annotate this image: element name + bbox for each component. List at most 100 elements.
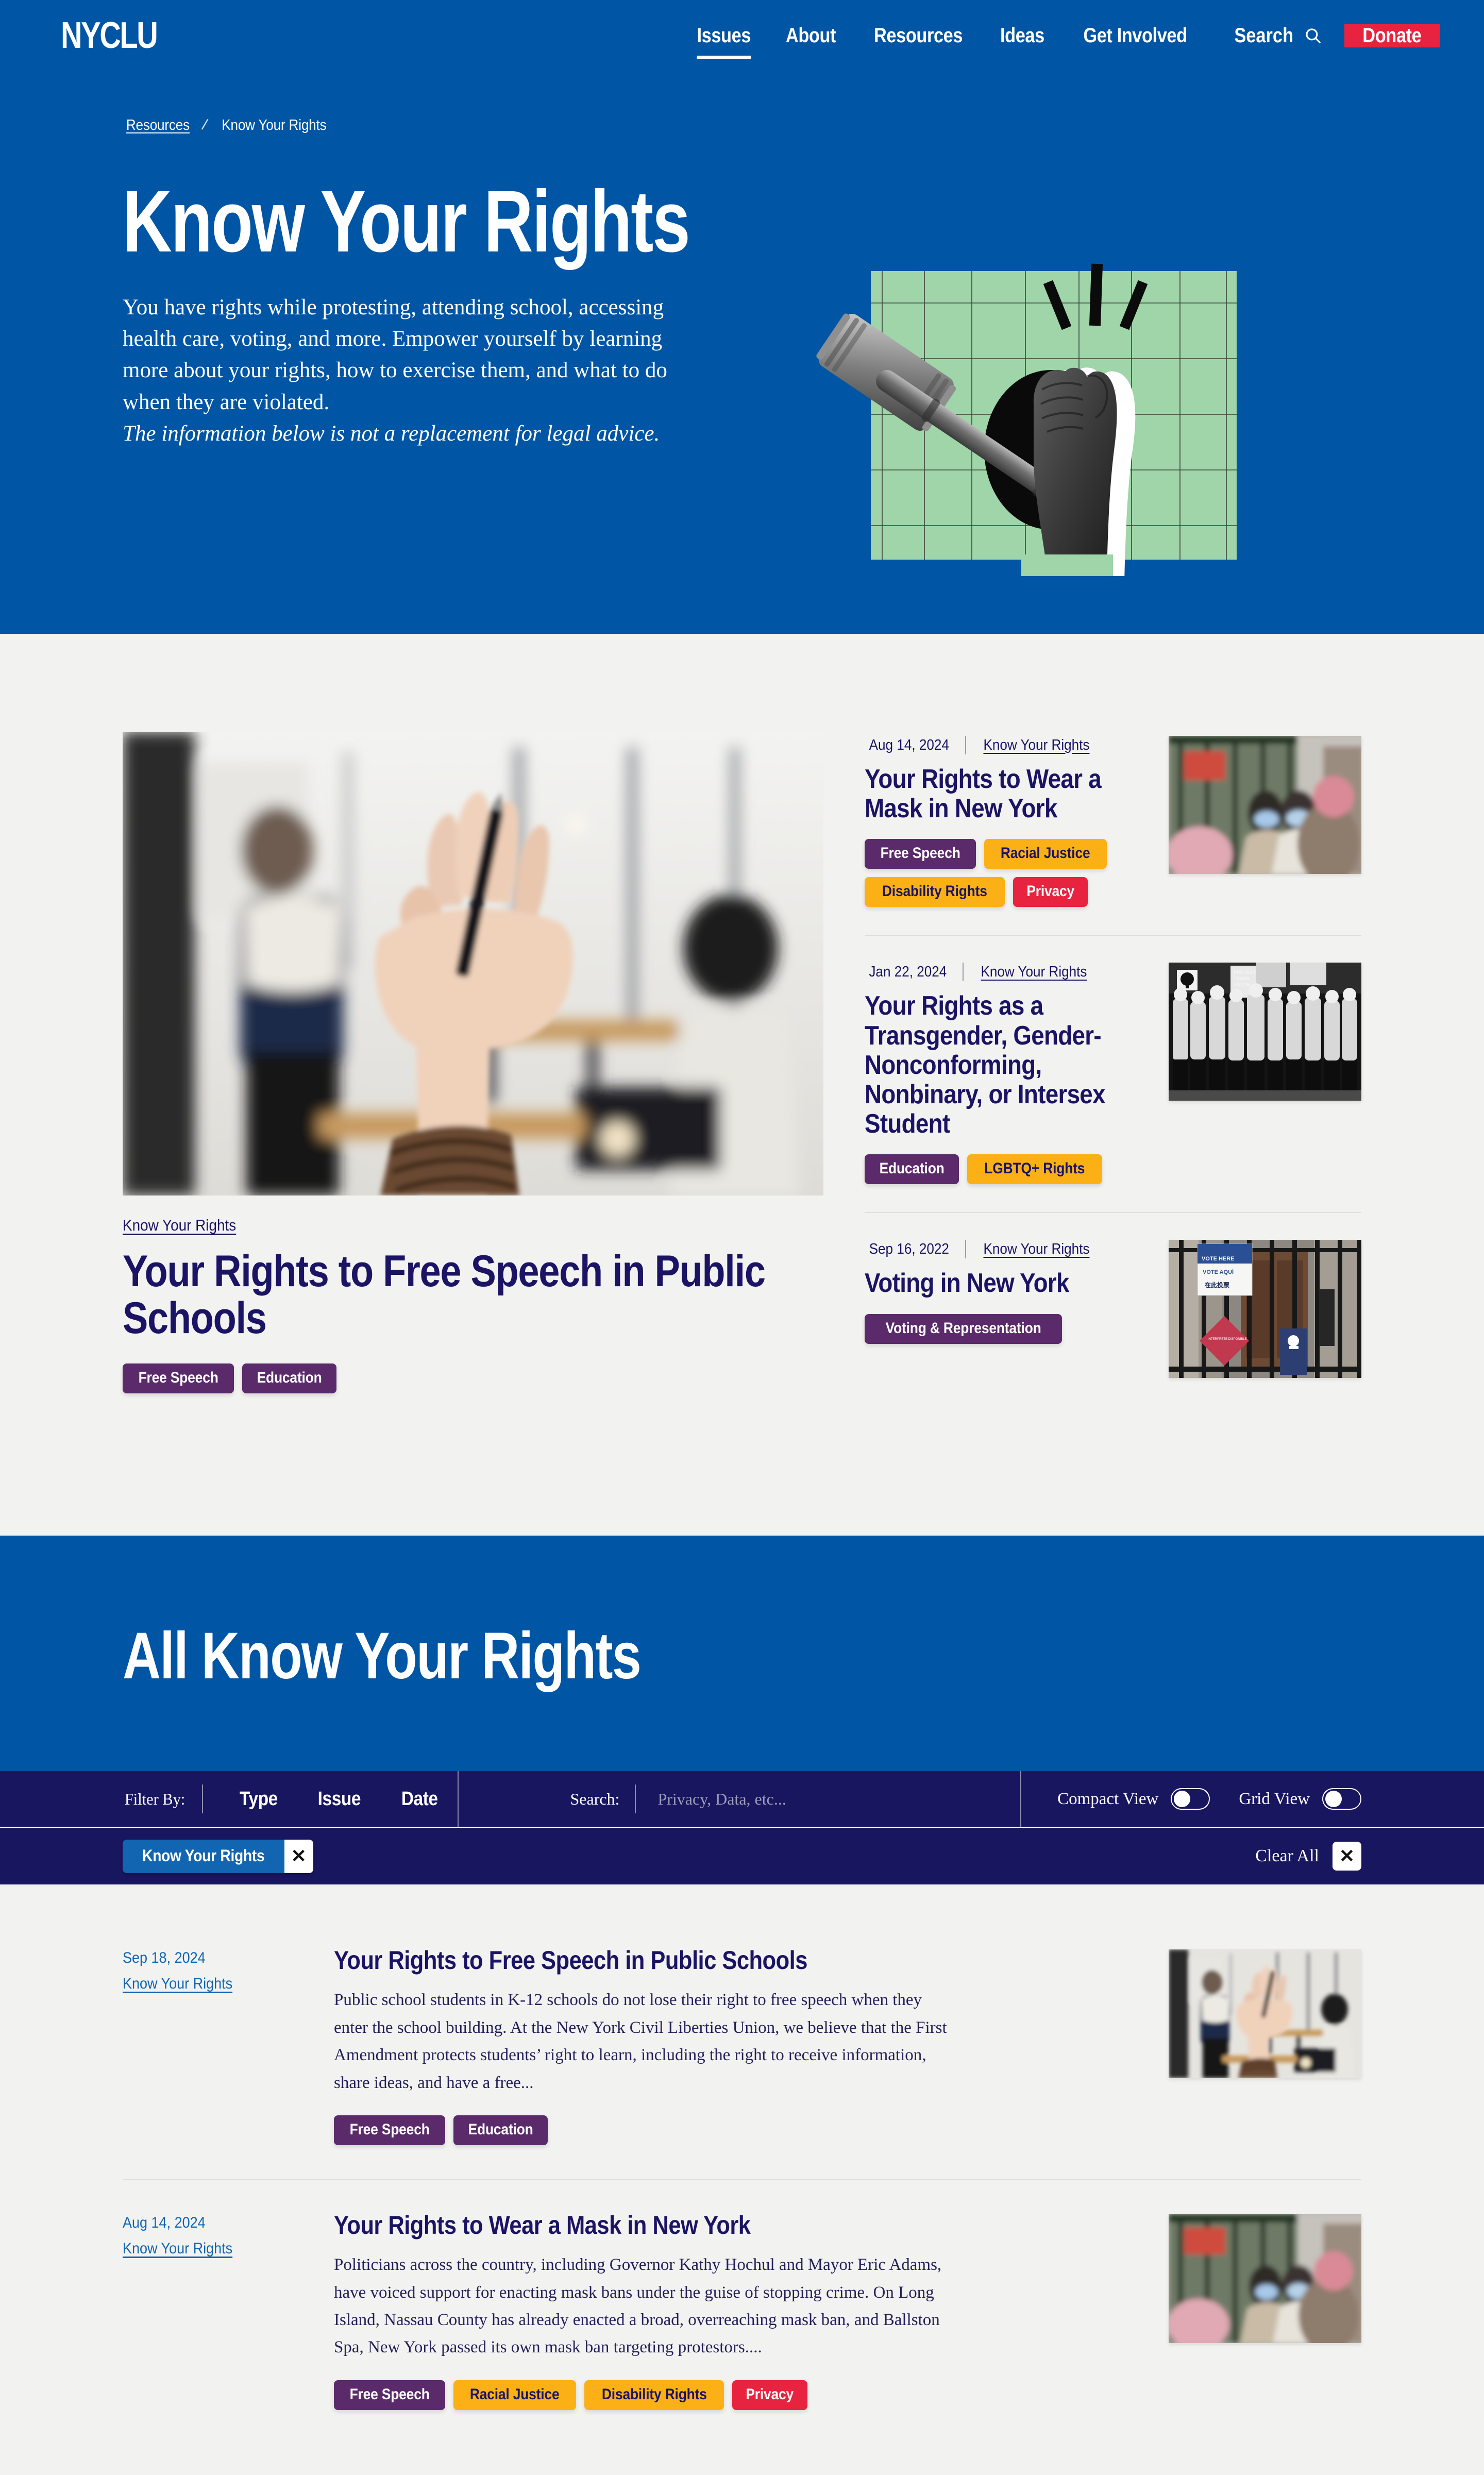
result-date: Aug 14, 2024 xyxy=(123,2214,206,2232)
item-title[interactable]: Your Rights to Wear a Mask in New York xyxy=(865,764,1143,823)
result-title[interactable]: Your Rights to Wear a Mask in New York xyxy=(334,2211,1123,2239)
item-meta: Aug 14, 2024 Know Your Rights xyxy=(865,736,1145,754)
item-category-link[interactable]: Know Your Rights xyxy=(983,1241,1089,1258)
tag-label: Disability Rights xyxy=(882,883,987,900)
tag-free-speech[interactable]: Free Speech xyxy=(865,839,976,869)
result-body: Your Rights to Wear a Mask in New York P… xyxy=(334,2211,1169,2410)
grid-view-toggle[interactable]: Grid View xyxy=(1239,1788,1361,1810)
close-icon[interactable]: ✕ xyxy=(284,1839,313,1873)
breadcrumb-separator: / xyxy=(200,116,209,134)
tag-label: Disability Rights xyxy=(601,2385,707,2403)
filter-issue-button[interactable]: Issue xyxy=(297,1788,381,1810)
tag-privacy[interactable]: Privacy xyxy=(1013,877,1088,907)
tag-label: Free Speech xyxy=(349,2385,430,2403)
tag-racial-justice[interactable]: Racial Justice xyxy=(453,2380,576,2410)
close-icon[interactable]: ✕ xyxy=(1333,1842,1361,1871)
all-section-header: All Know Your Rights xyxy=(0,1536,1484,1772)
item-tag-list: Voting & Representation xyxy=(865,1314,1145,1344)
donate-label: Donate xyxy=(1362,24,1422,47)
table-row[interactable]: Aug 14, 2024 Know Your Rights Your Right… xyxy=(123,2211,1361,2444)
tag-free-speech[interactable]: Free Speech xyxy=(334,2115,446,2146)
nav-item-about[interactable]: About xyxy=(774,24,848,47)
tag-disability-rights[interactable]: Disability Rights xyxy=(584,2380,724,2410)
results-list: Sep 18, 2024 Know Your Rights Your Right… xyxy=(0,1884,1484,2475)
breadcrumb-current: Know Your Rights xyxy=(222,116,327,133)
result-meta: Aug 14, 2024 Know Your Rights xyxy=(123,2211,334,2410)
active-filters-bar: Know Your Rights ✕ Clear All ✕ xyxy=(0,1828,1484,1885)
tag-education[interactable]: Education xyxy=(865,1154,959,1185)
all-section-title: All Know Your Rights xyxy=(123,1619,642,1693)
nav-item-issues[interactable]: Issues xyxy=(685,24,762,59)
tag-education[interactable]: Education xyxy=(242,1363,337,1394)
nav-item-get-involved[interactable]: Get Involved xyxy=(1072,24,1199,47)
item-date: Aug 14, 2024 xyxy=(869,736,949,753)
donate-button[interactable]: Donate xyxy=(1344,24,1440,47)
featured-side-list: Aug 14, 2024 Know Your Rights Your Right… xyxy=(865,732,1361,1433)
search-toggle[interactable]: Search xyxy=(1209,24,1333,47)
svg-text:PROTECT: PROTECT xyxy=(1234,970,1256,975)
tag-label: LGBTQ+ Rights xyxy=(984,1160,1085,1177)
featured-category-link[interactable]: Know Your Rights xyxy=(123,1216,236,1235)
filter-type-button[interactable]: Type xyxy=(220,1788,298,1810)
tag-free-speech[interactable]: Free Speech xyxy=(123,1363,234,1394)
tag-label: Free Speech xyxy=(138,1369,218,1387)
tag-privacy[interactable]: Privacy xyxy=(732,2380,807,2410)
table-row[interactable]: Sep 18, 2024 Know Your Rights Your Right… xyxy=(123,1946,1361,2181)
item-date: Jan 22, 2024 xyxy=(869,963,947,980)
active-filter-chip[interactable]: Know Your Rights ✕ xyxy=(123,1839,313,1873)
item-category-link[interactable]: Know Your Rights xyxy=(983,737,1089,754)
clear-all-button[interactable]: Clear All ✕ xyxy=(1255,1842,1361,1871)
item-thumbnail: VOTE HERE VOTE AQUÍ 在此投票 INTÉRPRETE DISP… xyxy=(1169,1240,1361,1378)
featured-main-image xyxy=(123,732,823,1196)
tag-label: Education xyxy=(879,1160,945,1177)
result-category-link[interactable]: Know Your Rights xyxy=(123,1975,232,1993)
item-date: Sep 16, 2022 xyxy=(869,1240,949,1257)
list-item[interactable]: Jan 22, 2024 Know Your Rights Your Right… xyxy=(865,963,1361,1214)
clear-all-label: Clear All xyxy=(1255,1846,1319,1866)
result-tag-list: Free Speech Racial Justice Disability Ri… xyxy=(334,2380,1122,2410)
tag-free-speech[interactable]: Free Speech xyxy=(334,2380,446,2410)
item-tag-list: Education LGBTQ+ Rights xyxy=(865,1154,1145,1185)
nyclu-logo[interactable]: NYCLU xyxy=(61,17,158,54)
breadcrumb-resources-link[interactable]: Resources xyxy=(126,117,190,134)
result-title[interactable]: Your Rights to Free Speech in Public Sch… xyxy=(334,1946,1123,1974)
hero-section: Resources / Know Your Rights Know Your R… xyxy=(0,71,1484,634)
meta-divider xyxy=(965,1240,966,1259)
result-tag-list: Free Speech Education xyxy=(334,2115,1122,2146)
list-item[interactable]: Sep 16, 2022 Know Your Rights Voting in … xyxy=(865,1240,1361,1406)
search-input[interactable] xyxy=(657,1789,967,1809)
compact-view-toggle[interactable]: Compact View xyxy=(1057,1788,1210,1810)
nav-item-resources[interactable]: Resources xyxy=(863,24,974,47)
hero-disclaimer: The information below is not a replaceme… xyxy=(123,421,660,446)
hero-description: You have rights while protesting, attend… xyxy=(123,295,667,414)
item-category-link[interactable]: Know Your Rights xyxy=(981,964,1087,981)
logo-wrap[interactable]: NYCLU xyxy=(0,0,181,71)
featured-title[interactable]: Your Rights to Free Speech in Public Sch… xyxy=(123,1248,823,1342)
tag-voting-representation[interactable]: Voting & Representation xyxy=(865,1314,1063,1344)
result-category-link[interactable]: Know Your Rights xyxy=(123,2240,232,2258)
hero-illustration xyxy=(783,241,1360,622)
result-meta: Sep 18, 2024 Know Your Rights xyxy=(123,1946,334,2145)
tag-education[interactable]: Education xyxy=(453,2115,548,2146)
list-item[interactable]: Aug 14, 2024 Know Your Rights Your Right… xyxy=(865,736,1361,936)
result-body: Your Rights to Free Speech in Public Sch… xyxy=(334,1946,1169,2146)
toggle-switch[interactable] xyxy=(1171,1788,1210,1810)
item-title[interactable]: Your Rights as a Transgender, Gender-Non… xyxy=(865,991,1143,1139)
item-meta: Jan 22, 2024 Know Your Rights xyxy=(865,963,1145,982)
item-meta: Sep 16, 2022 Know Your Rights xyxy=(865,1240,1145,1259)
toggle-switch[interactable] xyxy=(1322,1788,1361,1810)
featured-main-card[interactable]: Know Your Rights Your Rights to Free Spe… xyxy=(123,732,823,1433)
tag-lgbtq-rights[interactable]: LGBTQ+ Rights xyxy=(967,1154,1102,1185)
featured-section: Know Your Rights Your Rights to Free Spe… xyxy=(0,634,1484,1536)
mint-footer-block xyxy=(1021,554,1113,576)
filter-divider xyxy=(201,1784,203,1814)
tag-disability-rights[interactable]: Disability Rights xyxy=(865,877,1005,907)
nav-item-ideas[interactable]: Ideas xyxy=(989,24,1056,47)
meta-divider xyxy=(962,963,964,982)
view-toggles: Compact View Grid View xyxy=(1021,1771,1484,1827)
breadcrumb: Resources / Know Your Rights xyxy=(0,71,1484,134)
item-title[interactable]: Voting in New York xyxy=(865,1269,1143,1298)
filter-date-button[interactable]: Date xyxy=(381,1788,458,1810)
search-divider xyxy=(635,1784,636,1814)
tag-racial-justice[interactable]: Racial Justice xyxy=(984,839,1107,869)
